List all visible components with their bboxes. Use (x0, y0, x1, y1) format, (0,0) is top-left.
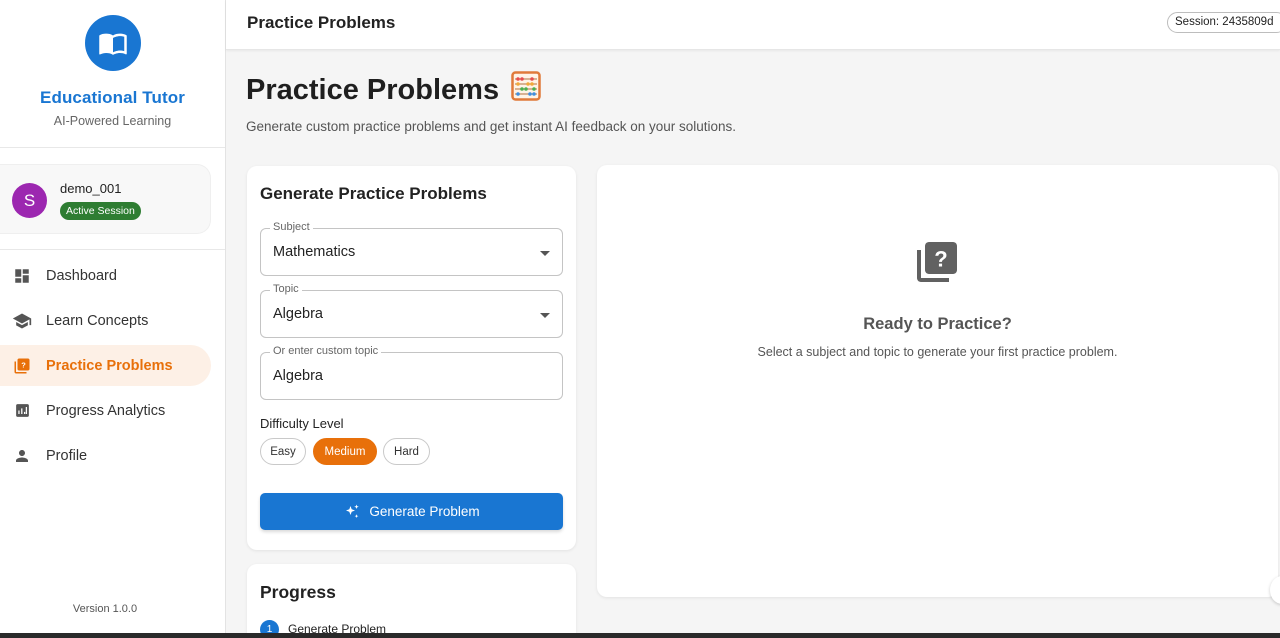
generate-problem-label: Generate Problem (369, 504, 480, 519)
custom-topic-label: Or enter custom topic (270, 345, 382, 357)
sidebar-nav: Dashboard Learn Concepts ? Practice Prob… (0, 255, 226, 480)
sidebar-item-practice-problems[interactable]: ? Practice Problems (0, 345, 211, 386)
progress-card: Progress 1 Generate Problem (247, 564, 576, 638)
generate-problem-button[interactable]: Generate Problem (260, 493, 563, 530)
difficulty-easy-chip[interactable]: Easy (260, 438, 306, 465)
sidebar-item-progress-analytics[interactable]: Progress Analytics (0, 390, 211, 431)
session-chip: Session: 2435809d (1167, 12, 1280, 33)
page-title: Practice Problems (246, 71, 541, 109)
sidebar-item-label: Dashboard (46, 267, 117, 284)
sidebar-item-profile[interactable]: Profile (0, 435, 211, 476)
avatar[interactable]: S (12, 183, 47, 218)
custom-topic-input[interactable]: Or enter custom topic Algebra (260, 345, 563, 400)
difficulty-label: Difficulty Level (260, 416, 344, 431)
dashboard-icon (12, 266, 32, 286)
chevron-down-icon (540, 313, 550, 318)
topbar-title: Practice Problems (247, 13, 396, 32)
ready-subtitle: Select a subject and topic to generate y… (757, 345, 1118, 359)
difficulty-medium-chip[interactable]: Medium (313, 438, 377, 465)
ready-card: ? Ready to Practice? Select a subject an… (597, 165, 1278, 597)
bottom-bar (0, 633, 1280, 638)
quiz-icon: ? (12, 356, 32, 376)
subject-value: Mathematics (273, 244, 356, 260)
svg-text:?: ? (934, 246, 947, 271)
brand-title: Educational Tutor (40, 88, 185, 107)
topic-value: Algebra (273, 306, 323, 322)
sidebar: Educational Tutor AI-Powered Learning S … (0, 0, 226, 638)
version-label: Version 1.0.0 (72, 603, 138, 615)
topic-label: Topic (270, 283, 302, 295)
brand: Educational Tutor AI-Powered Learning (0, 0, 225, 148)
user-card: S demo_001 Active Session (0, 164, 211, 234)
top-bar: Practice Problems Session: 2435809d (226, 0, 1280, 50)
generate-card: Generate Practice Problems Subject Mathe… (247, 166, 576, 550)
sidebar-item-label: Progress Analytics (46, 402, 166, 419)
svg-text:?: ? (21, 360, 26, 369)
graduation-cap-icon (12, 311, 32, 331)
brand-subtitle: AI-Powered Learning (53, 114, 172, 128)
person-icon (12, 446, 32, 466)
subject-select[interactable]: Subject Mathematics (260, 221, 563, 276)
ready-title: Ready to Practice? (863, 315, 1012, 333)
analytics-icon (12, 401, 32, 421)
custom-topic-value: Algebra (273, 368, 323, 384)
quiz-icon: ? (913, 238, 961, 291)
abacus-icon (511, 71, 541, 109)
progress-title: Progress (260, 582, 336, 602)
page-title-text: Practice Problems (246, 73, 500, 106)
sidebar-item-label: Profile (46, 447, 88, 464)
book-icon (84, 15, 141, 71)
difficulty-hard-chip[interactable]: Hard (383, 438, 430, 465)
topic-select[interactable]: Topic Algebra (260, 283, 563, 338)
page-subtitle: Generate custom practice problems and ge… (246, 119, 737, 134)
divider (0, 249, 225, 250)
user-name: demo_001 (60, 181, 122, 196)
subject-label: Subject (270, 221, 313, 233)
sidebar-item-label: Learn Concepts (46, 312, 149, 329)
status-badge: Active Session (60, 202, 141, 220)
sidebar-item-dashboard[interactable]: Dashboard (0, 255, 211, 296)
sidebar-item-label: Practice Problems (46, 357, 173, 374)
generate-card-title: Generate Practice Problems (260, 184, 487, 203)
sidebar-item-learn-concepts[interactable]: Learn Concepts (0, 300, 211, 341)
chevron-down-icon (540, 251, 550, 256)
sparkle-icon (346, 504, 360, 518)
